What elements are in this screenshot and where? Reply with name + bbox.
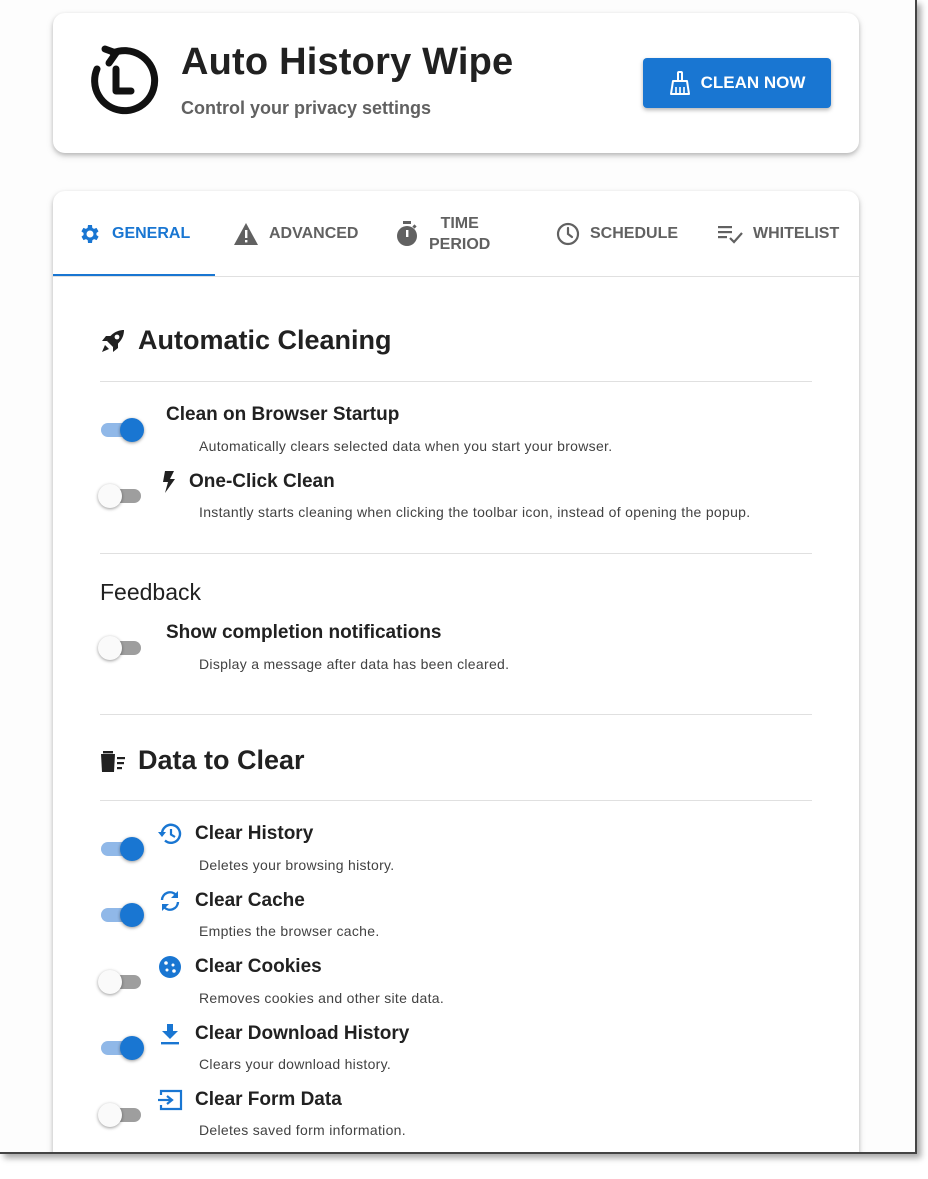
divider — [100, 714, 812, 715]
divider — [100, 553, 812, 554]
toggle-clear-history[interactable] — [98, 835, 144, 863]
tab-schedule-label: SCHEDULE — [590, 224, 679, 242]
tab-whitelist[interactable]: WHITELIST — [717, 191, 839, 276]
divider — [100, 800, 812, 801]
tab-general-label: GENERAL — [112, 224, 191, 242]
tab-time-line1: TIME — [440, 214, 479, 232]
active-tab-indicator — [53, 274, 215, 276]
tab-whitelist-label: WHITELIST — [753, 224, 840, 242]
download-icon — [161, 1024, 179, 1045]
option-desc: Instantly starts cleaning when clicking … — [199, 504, 751, 520]
toggle-completion-notifications[interactable] — [98, 634, 144, 662]
tab-advanced-label: ADVANCED — [269, 224, 359, 242]
tab-time-period-label: TIME PERIOD — [429, 213, 490, 255]
option-desc: Display a message after data has been cl… — [199, 656, 510, 672]
toggle-clear-download-history[interactable] — [98, 1034, 144, 1062]
option-clear-history: Clear History — [157, 822, 313, 846]
clean-now-label: CLEAN NOW — [700, 73, 806, 92]
option-desc: Empties the browser cache. — [199, 923, 380, 939]
clean-now-button[interactable]: CLEAN NOW — [643, 58, 831, 108]
option-clean-on-startup: Clean on Browser Startup — [166, 404, 399, 426]
tab-general[interactable]: GENERAL — [78, 191, 190, 276]
header-card: Auto History Wipe Control your privacy s… — [53, 13, 859, 153]
option-completion-notifications: Show completion notifications — [166, 622, 442, 644]
toggle-thumb — [120, 903, 144, 927]
rocket-icon — [102, 329, 124, 352]
toggle-clean-on-startup[interactable] — [98, 416, 144, 444]
trash-list-icon — [101, 750, 125, 772]
form-input-icon — [158, 1089, 183, 1111]
automatic-cleaning-title: Automatic Cleaning — [138, 325, 392, 355]
broom-icon — [669, 71, 690, 95]
refresh-icon — [160, 891, 180, 911]
lightning-icon — [163, 471, 175, 493]
toggle-one-click-clean[interactable] — [98, 482, 144, 510]
tab-time-period[interactable]: TIME PERIOD — [395, 191, 490, 276]
option-clear-cookies: Clear Cookies — [157, 955, 322, 979]
gear-icon — [81, 224, 99, 243]
option-label: Clear Download History — [195, 1023, 410, 1044]
toggle-thumb — [98, 484, 122, 508]
tab-time-line2: PERIOD — [429, 235, 491, 253]
toggle-clear-form-data[interactable] — [98, 1101, 144, 1129]
history-timer-logo-icon — [91, 45, 159, 115]
toggle-thumb — [98, 1103, 122, 1127]
option-one-click-clean: One-Click Clean — [161, 470, 335, 494]
section-data-to-clear: Data to Clear — [100, 745, 305, 776]
option-label: Show completion notifications — [166, 622, 442, 643]
toggle-clear-cache[interactable] — [98, 901, 144, 929]
tab-advanced[interactable]: ADVANCED — [233, 191, 358, 276]
app-title: Auto History Wipe — [181, 41, 514, 83]
toggle-thumb — [120, 1036, 144, 1060]
clock-icon — [556, 222, 580, 245]
divider — [100, 381, 812, 382]
toggle-thumb — [98, 970, 122, 994]
option-desc: Deletes your browsing history. — [199, 857, 395, 873]
checklist-icon — [718, 225, 743, 244]
option-label: Clear Form Data — [195, 1089, 342, 1110]
option-label: Clear Cookies — [195, 956, 322, 977]
section-automatic-cleaning: Automatic Cleaning — [100, 325, 392, 356]
feedback-heading: Feedback — [100, 579, 202, 605]
option-clear-cache: Clear Cache — [157, 889, 305, 913]
option-desc: Clears your download history. — [199, 1056, 392, 1072]
option-label: Clear History — [195, 823, 314, 844]
option-label: Clear Cache — [195, 890, 305, 911]
app-subtitle: Control your privacy settings — [181, 98, 432, 118]
tab-bar: GENERAL ADVANCED TIME PERIOD SCHEDULE WH… — [53, 191, 859, 277]
stopwatch-icon — [397, 220, 417, 246]
option-desc: Deletes saved form information. — [199, 1122, 406, 1138]
option-clear-form-data: Clear Form Data — [157, 1088, 342, 1112]
app-window: Auto History Wipe Control your privacy s… — [0, 0, 917, 1154]
option-desc: Removes cookies and other site data. — [199, 990, 445, 1006]
option-label: Clean on Browser Startup — [166, 404, 400, 425]
option-desc: Automatically clears selected data when … — [199, 438, 613, 454]
toggle-clear-cookies[interactable] — [98, 968, 144, 996]
toggle-thumb — [120, 837, 144, 861]
settings-card: GENERAL ADVANCED TIME PERIOD SCHEDULE WH… — [53, 191, 859, 1152]
option-label: One-Click Clean — [189, 471, 335, 492]
toggle-thumb — [98, 636, 122, 660]
tab-schedule[interactable]: SCHEDULE — [556, 191, 678, 276]
toggle-thumb — [120, 418, 144, 442]
cookie-icon — [159, 956, 181, 978]
data-to-clear-title: Data to Clear — [138, 745, 305, 775]
history-icon — [158, 823, 182, 844]
warning-icon — [234, 222, 258, 245]
option-clear-download-history: Clear Download History — [157, 1022, 409, 1046]
